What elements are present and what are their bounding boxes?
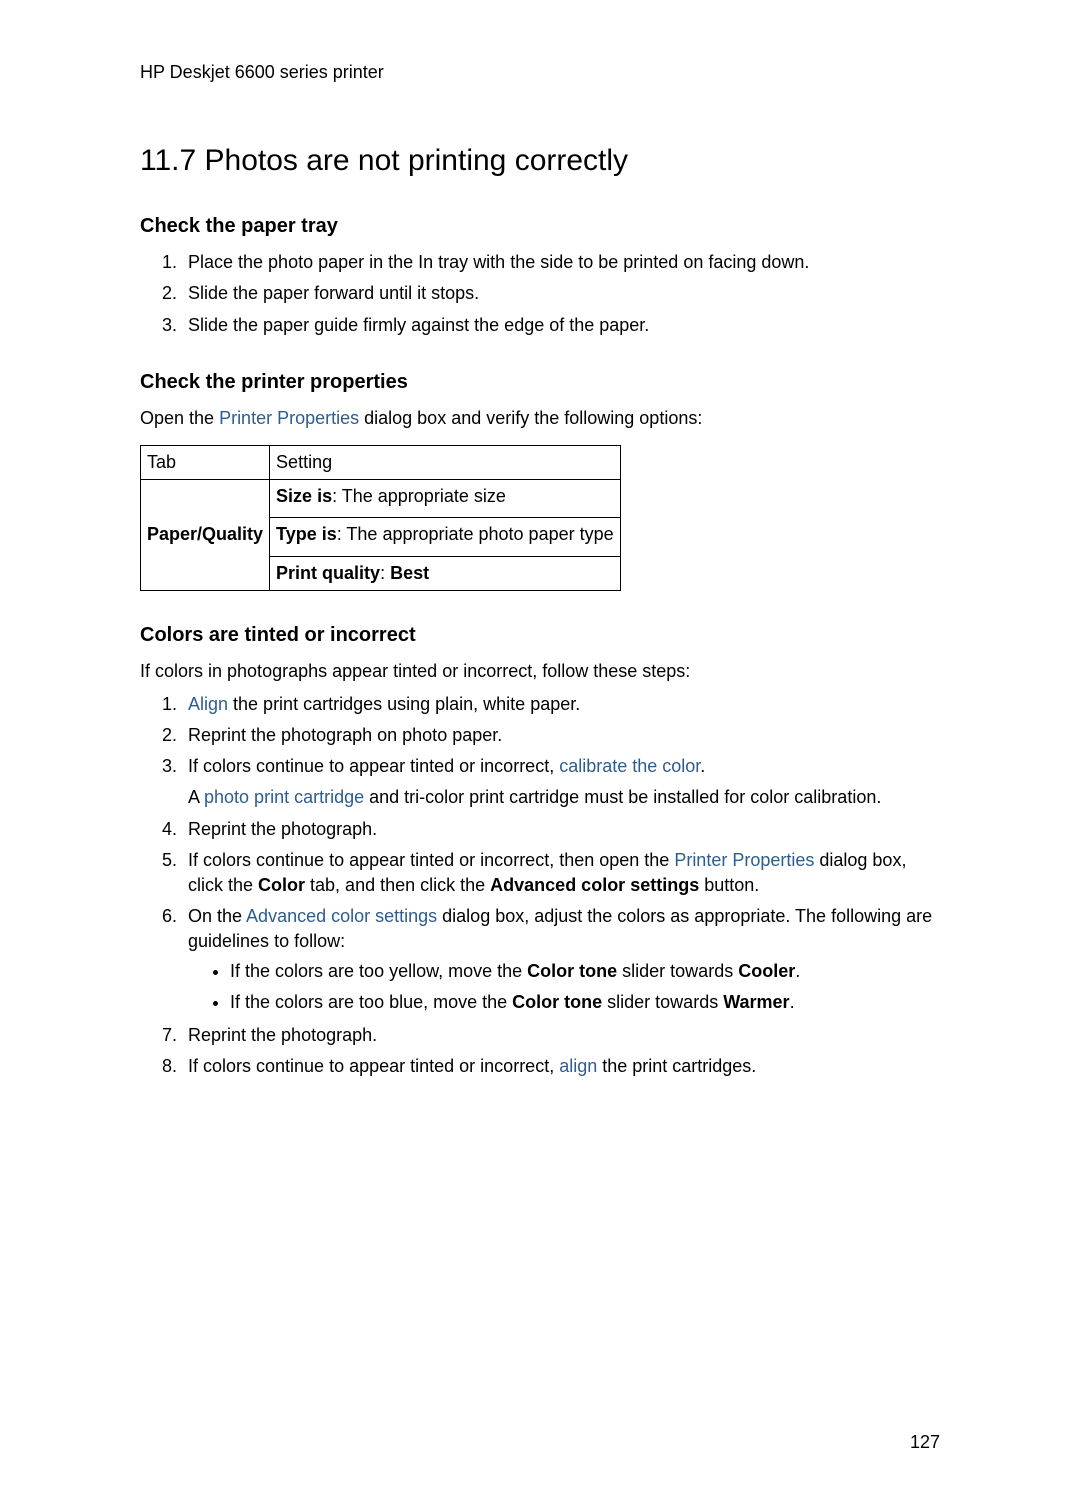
- ordered-list-colors: Align the print cartridges using plain, …: [140, 692, 940, 1079]
- properties-table: Tab Setting Paper/Quality Size is: The a…: [140, 445, 621, 591]
- page-title: 11.7 Photos are not printing correctly: [140, 140, 940, 182]
- ordered-list-paper-tray: Place the photo paper in the In tray wit…: [140, 250, 940, 338]
- table-header-setting: Setting: [270, 445, 621, 479]
- advanced-color-settings-link[interactable]: Advanced color settings: [246, 906, 437, 926]
- list-item: On the Advanced color settings dialog bo…: [182, 904, 940, 1015]
- list-item: If colors continue to appear tinted or i…: [182, 754, 940, 810]
- intro-text-colors: If colors in photographs appear tinted o…: [140, 659, 940, 684]
- table-header-tab: Tab: [141, 445, 270, 479]
- running-header: HP Deskjet 6600 series printer: [140, 60, 940, 85]
- list-item: Reprint the photograph.: [182, 1023, 940, 1048]
- table-cell-settings: Size is: The appropriate size Type is: T…: [270, 480, 621, 591]
- table-cell-tab: Paper/Quality: [141, 480, 270, 591]
- printer-properties-link[interactable]: Printer Properties: [219, 408, 359, 428]
- photo-print-cartridge-link[interactable]: photo print cartridge: [204, 787, 364, 807]
- subheading-paper-tray: Check the paper tray: [140, 212, 940, 240]
- list-item: If the colors are too blue, move the Col…: [230, 990, 940, 1015]
- document-page: HP Deskjet 6600 series printer 11.7 Phot…: [0, 0, 1080, 1495]
- page-number: 127: [910, 1430, 940, 1455]
- bullet-list-guidelines: If the colors are too yellow, move the C…: [188, 959, 940, 1015]
- intro-text: Open the Printer Properties dialog box a…: [140, 406, 940, 431]
- list-item: Align the print cartridges using plain, …: [182, 692, 940, 717]
- list-item: Reprint the photograph.: [182, 817, 940, 842]
- list-item: Slide the paper forward until it stops.: [182, 281, 940, 306]
- align-link[interactable]: Align: [188, 694, 228, 714]
- list-item: Reprint the photograph on photo paper.: [182, 723, 940, 748]
- subheading-printer-properties: Check the printer properties: [140, 368, 940, 396]
- subheading-colors: Colors are tinted or incorrect: [140, 621, 940, 649]
- list-item: Slide the paper guide firmly against the…: [182, 313, 940, 338]
- align-link[interactable]: align: [559, 1056, 597, 1076]
- list-item: If colors continue to appear tinted or i…: [182, 848, 940, 898]
- list-item: Place the photo paper in the In tray wit…: [182, 250, 940, 275]
- list-item: If colors continue to appear tinted or i…: [182, 1054, 940, 1079]
- list-item: If the colors are too yellow, move the C…: [230, 959, 940, 984]
- printer-properties-link[interactable]: Printer Properties: [674, 850, 814, 870]
- calibrate-color-link[interactable]: calibrate the color: [559, 756, 700, 776]
